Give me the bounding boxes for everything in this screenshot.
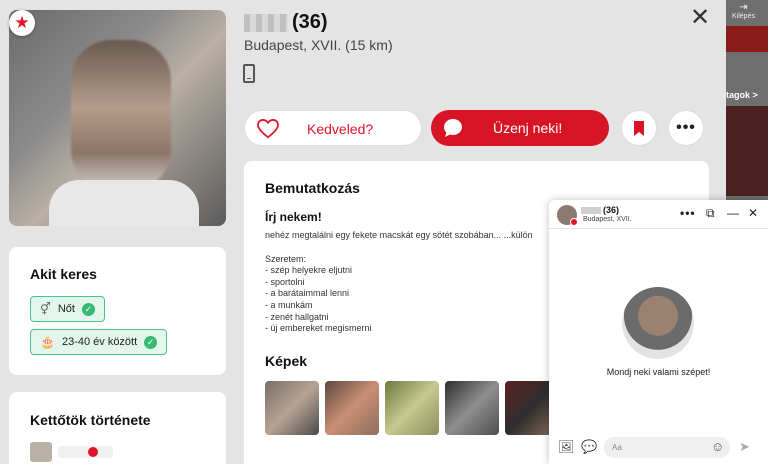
profile-location: Budapest, XVII. (15 km) [244,37,393,53]
phone-icon [243,64,255,83]
message-label: Üzenj neki! [493,120,563,136]
search-preferences-card: Akit keres ⚥ Nőt ✓ 🎂 23-40 év között ✓ [9,247,226,375]
like-label: Kedveled? [307,121,374,137]
heart-icon [257,119,279,139]
chat-name: (36) [581,205,619,215]
chat-location: Budapest, XVII. [583,216,632,223]
profile-name-row: (36) [244,11,328,34]
background-red-bar [726,26,768,52]
image-thumbnail[interactable] [445,380,499,435]
message-button[interactable]: Üzenj neki! [431,110,609,146]
check-icon: ✓ [81,302,95,316]
photo-shirt [49,180,199,226]
exit-icon: ⇥ [739,2,748,13]
history-avatar [30,442,52,462]
chat-header: (36) Budapest, XVII. ••• ⧉ — ✕ [549,200,768,229]
profile-photo[interactable] [9,10,226,226]
cake-icon: 🎂 [40,335,55,349]
exit-link[interactable]: ⇥ Kilépés [732,2,755,20]
background-members-label: tagok > [726,90,758,100]
star-icon: ★ [9,10,35,36]
profile-age: (36) [292,11,328,33]
sms-icon[interactable]: 💬 [581,439,597,455]
gender-icon: ⚥ [40,302,51,316]
chat-window: (36) Budapest, XVII. ••• ⧉ — ✕ Mondj nek… [549,200,768,464]
image-icon[interactable]: 🖼 [558,439,575,455]
chat-bubble-icon [444,119,462,137]
chat-more-icon[interactable]: ••• [680,206,696,220]
search-title: Akit keres [30,266,97,282]
chat-status-dot [570,218,578,226]
history-bar [58,446,113,458]
send-icon[interactable]: ➤ [739,439,750,455]
history-title: Kettőtök története [30,412,151,428]
gender-chip: ⚥ Nőt ✓ [30,296,105,322]
history-card: Kettőtök története [9,392,226,464]
emoji-icon[interactable]: ☺ [711,439,724,454]
chat-input-row: 🖼 💬 Aa ☺ ➤ [549,433,768,464]
bookmark-button[interactable] [621,110,657,146]
chat-large-avatar [622,287,694,359]
minimize-icon[interactable]: — [727,206,739,220]
gender-label: Nőt [57,303,75,315]
like-button[interactable]: Kedveled? [244,110,422,146]
bookmark-icon [634,120,644,136]
popout-icon[interactable]: ⧉ [706,206,715,221]
blurred-name [244,13,288,32]
chat-close-icon[interactable]: ✕ [748,206,758,220]
chat-age: (36) [603,205,620,215]
image-thumbnail[interactable] [265,380,319,435]
exit-label: Kilépés [732,13,755,20]
more-options-button[interactable]: ••• [668,110,704,146]
image-thumbnail[interactable] [325,380,379,435]
chat-blurred-name [581,206,601,214]
intro-title: Bemutatkozás [265,180,360,196]
history-row [30,442,205,462]
age-range-chip: 🎂 23-40 év között ✓ [30,329,168,355]
age-range-label: 23-40 év között [61,336,138,348]
check-icon: ✓ [144,335,158,349]
background-tile [726,106,768,196]
photo-face [71,40,171,190]
close-icon[interactable]: ✕ [687,5,713,31]
image-thumbnail[interactable] [385,380,439,435]
chat-hint: Mondj neki valami szépet! [606,367,711,377]
